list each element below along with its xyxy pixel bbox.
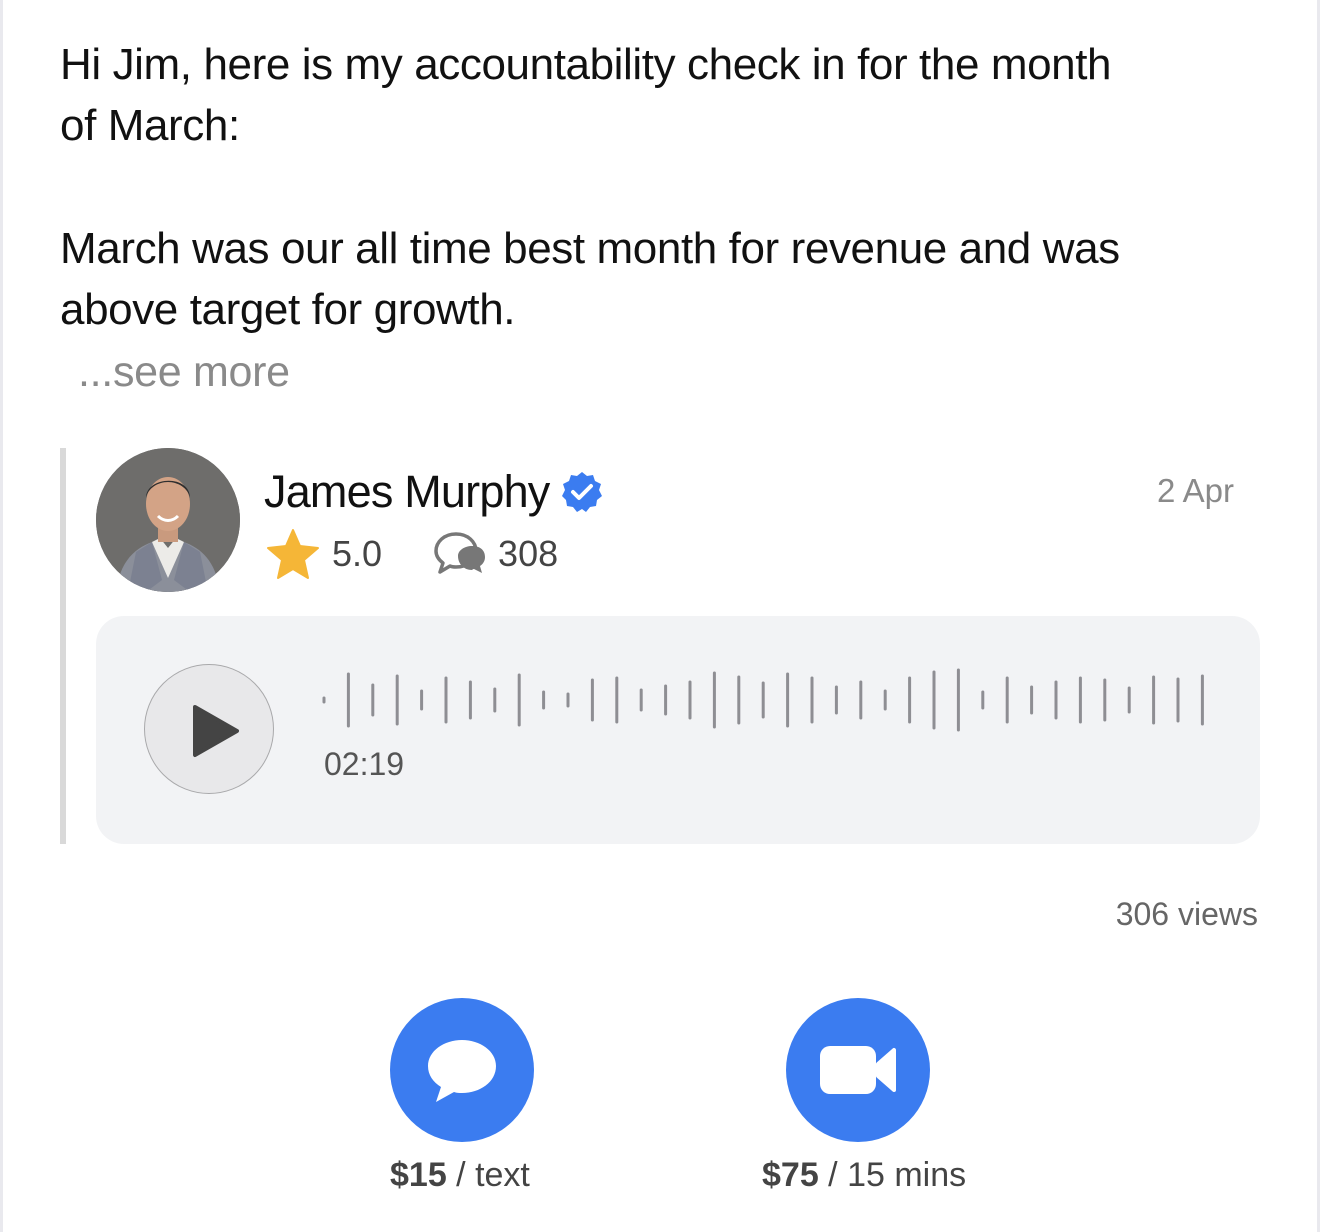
video-price-unit: / 15 mins xyxy=(818,1156,967,1194)
author-row: James Murphy xyxy=(264,466,604,518)
verified-badge-icon xyxy=(560,470,604,514)
response-count: 308 xyxy=(498,533,559,574)
text-price: $15 / text xyxy=(390,1156,530,1195)
star-icon xyxy=(267,529,319,579)
waveform-icon[interactable] xyxy=(322,668,1222,732)
audio-player: 02:19 xyxy=(96,616,1260,844)
avatar[interactable] xyxy=(96,448,240,592)
message-line: March was our all time best month for re… xyxy=(60,224,1120,273)
video-camera-icon xyxy=(820,1046,896,1094)
see-more-link[interactable]: ...see more xyxy=(78,348,290,397)
reply-card: James Murphy 2 Apr 5.0 308 02:19 xyxy=(60,448,1260,844)
message-text: Hi Jim, here is my accountability check … xyxy=(60,34,1240,340)
author-stats: 5.0 308 xyxy=(266,528,558,580)
text-message-button[interactable] xyxy=(390,998,534,1142)
audio-duration: 02:19 xyxy=(324,746,405,782)
play-button[interactable] xyxy=(144,664,274,794)
message-line: above target for growth. xyxy=(60,285,516,334)
rating-value: 5.0 xyxy=(332,533,383,574)
left-edge xyxy=(0,0,3,1232)
author-name[interactable]: James Murphy xyxy=(264,466,550,518)
video-price-amount: $75 xyxy=(762,1156,819,1194)
chat-bubble-icon xyxy=(428,1040,496,1102)
video-price: $75 / 15 mins xyxy=(762,1156,966,1195)
responses-icon xyxy=(434,532,486,574)
message-line: Hi Jim, here is my accountability check … xyxy=(60,40,1112,89)
quote-bar xyxy=(60,448,66,844)
video-call-button[interactable] xyxy=(786,998,930,1142)
message-line: of March: xyxy=(60,101,240,150)
text-price-amount: $15 xyxy=(390,1156,447,1194)
view-count: 306 views xyxy=(1115,896,1258,932)
play-icon xyxy=(193,705,239,757)
text-price-unit: / text xyxy=(446,1156,530,1194)
reply-date: 2 Apr xyxy=(1156,472,1234,509)
